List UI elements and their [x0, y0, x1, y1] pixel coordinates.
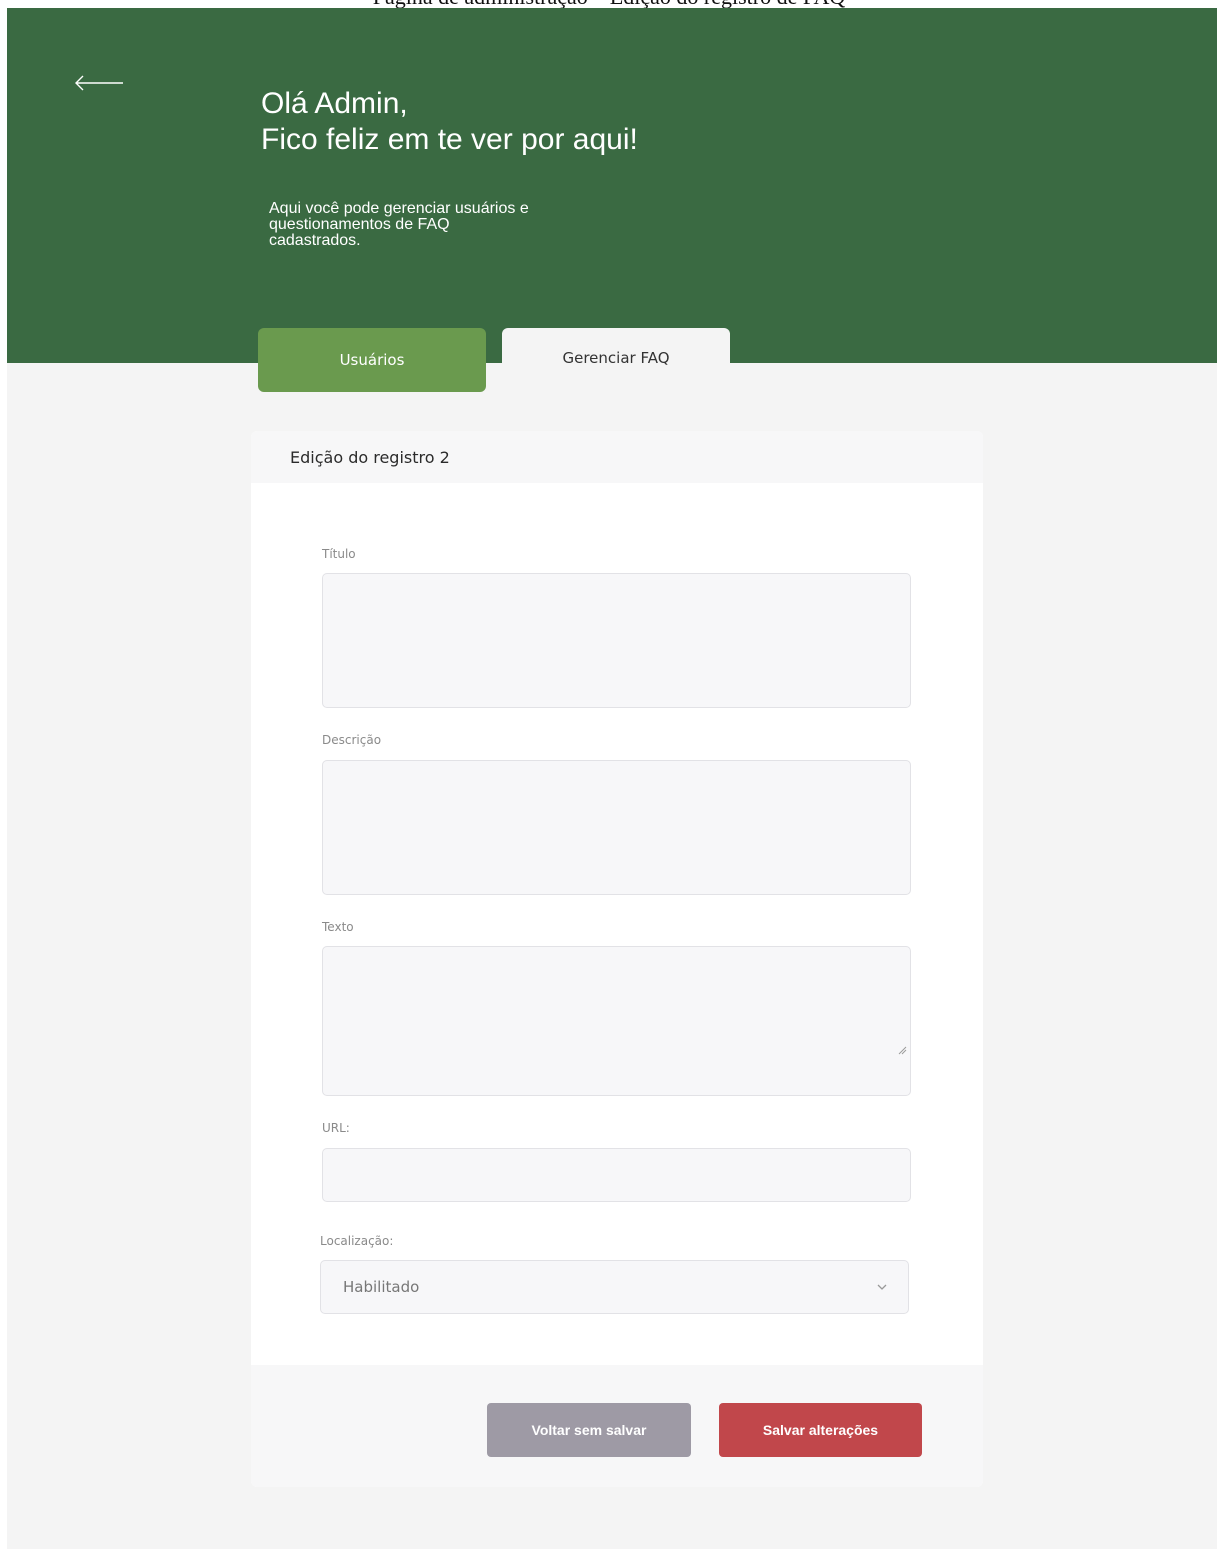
intro-line-2: questionamentos de FAQ: [269, 216, 450, 233]
edit-form-card: Edição do registro 2 Título Descrição Te…: [251, 431, 983, 1487]
url-label: URL:: [322, 1121, 350, 1135]
page: Olá Admin, Fico feliz em te ver por aqui…: [7, 8, 1217, 1549]
titulo-label: Título: [322, 547, 356, 561]
chevron-down-icon: [877, 1284, 887, 1290]
tab-usuarios-label: Usuários: [339, 351, 405, 369]
back-without-saving-button[interactable]: Voltar sem salvar: [487, 1403, 691, 1457]
titulo-field[interactable]: [322, 573, 911, 708]
greeting-title: Olá Admin, Fico feliz em te ver por aqui…: [261, 86, 638, 158]
localizacao-label: Localização:: [320, 1234, 394, 1248]
texto-label: Texto: [322, 920, 354, 934]
intro-line-3: cadastrados.: [269, 232, 361, 249]
tab-gerenciar-faq[interactable]: Gerenciar FAQ: [502, 328, 730, 388]
descricao-field[interactable]: [322, 760, 911, 895]
descricao-label: Descrição: [322, 733, 382, 747]
greeting-line-2: Fico feliz em te ver por aqui!: [261, 123, 638, 156]
localizacao-select[interactable]: Habilitado: [320, 1260, 909, 1314]
tab-gerenciar-faq-label: Gerenciar FAQ: [562, 349, 670, 367]
greeting-line-1: Olá Admin,: [261, 87, 408, 120]
localizacao-selected-value: Habilitado: [343, 1278, 420, 1296]
top-caption: Página de administração – Edição do regi…: [0, 0, 1218, 8]
form-title: Edição do registro 2: [251, 431, 983, 483]
intro-line-1: Aqui você pode gerenciar usuários e: [269, 200, 529, 217]
resize-handle-icon[interactable]: [897, 1045, 907, 1055]
tab-usuarios[interactable]: Usuários: [258, 328, 486, 392]
url-field[interactable]: [322, 1148, 911, 1202]
texto-textarea[interactable]: [322, 946, 911, 1096]
arrow-left-icon[interactable]: [73, 70, 125, 96]
save-changes-button[interactable]: Salvar alterações: [719, 1403, 922, 1457]
intro-text: Aqui você pode gerenciar usuários e ques…: [269, 201, 609, 249]
hero-header: Olá Admin, Fico feliz em te ver por aqui…: [7, 8, 1217, 363]
